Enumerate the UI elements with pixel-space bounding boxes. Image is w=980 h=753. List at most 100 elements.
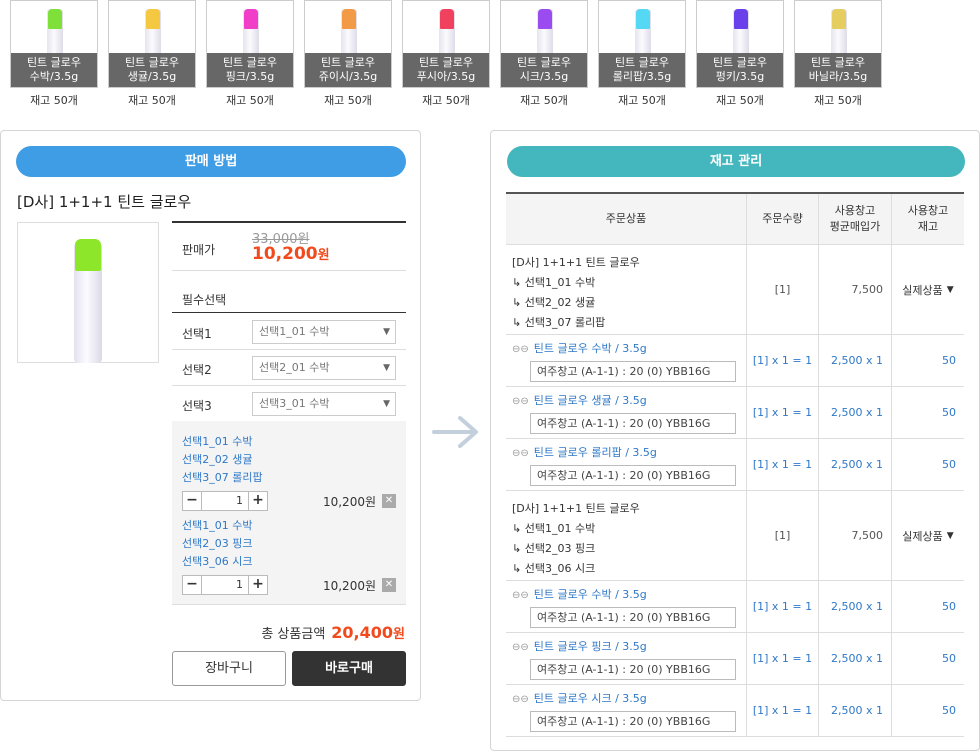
product-thumb-label: 틴트 글로우 수박/3.5g	[11, 53, 97, 87]
line-price: 10,200원	[322, 495, 376, 509]
minus-button[interactable]: −	[183, 492, 202, 510]
order-qty: [1]	[746, 491, 818, 580]
product-thumb-label: 틴트 글로우 롤리팝/3.5g	[599, 53, 685, 87]
option-select-2[interactable]: 선택2_01 수박 ▼	[252, 356, 396, 380]
product-thumb-label: 틴트 글로우 펑키/3.5g	[697, 53, 783, 87]
link-icon: ⊖⊖	[512, 694, 529, 705]
remove-icon[interactable]: ✕	[382, 494, 396, 508]
stock-table: 주문상품 주문수량 사용창고 평균매입가 사용창고 재고 [D사] 1+1+1 틴트…	[506, 192, 964, 737]
product-thumb-label: 틴트 글로우 시크/3.5g	[501, 53, 587, 87]
option-row-1: 선택1 선택1_01 수박 ▼	[172, 314, 406, 350]
selected-option-line: 선택3_07 롤리팝	[182, 471, 263, 484]
item-qty: [1] x 1 = 1	[746, 581, 818, 632]
option-select-3[interactable]: 선택3_01 수박 ▼	[252, 392, 396, 416]
product-thumb-image: 틴트 글로우 생귤/3.5g	[108, 0, 196, 88]
product-thumb[interactable]: 틴트 글로우 바닐라/3.5g 재고 50개	[794, 0, 882, 110]
item-link[interactable]: ⊖⊖ 틴트 글로우 시크 / 3.5g	[512, 690, 746, 706]
item-avg-cost: 2,500 x 1	[818, 335, 891, 386]
item-link[interactable]: ⊖⊖ 틴트 글로우 수박 / 3.5g	[512, 340, 746, 356]
product-thumb[interactable]: 틴트 글로우 쥬이시/3.5g 재고 50개	[304, 0, 392, 110]
stock-type-dropdown[interactable]: 실제상품 ▼	[891, 491, 964, 580]
required-label: 필수선택	[182, 293, 227, 307]
item-qty: [1] x 1 = 1	[746, 439, 818, 490]
arrow-right-icon	[432, 416, 478, 448]
warehouse-field[interactable]: 여주창고 (A-1-1) : 20 (0) YBB16G	[530, 413, 736, 434]
total-amount: 총 상품금액 20,400원	[261, 623, 405, 642]
option-label: 선택3	[182, 399, 212, 413]
product-thumb-label: 틴트 글로우 핑크/3.5g	[207, 53, 293, 87]
selected-option-line: 선택2_02 생귤	[182, 453, 253, 466]
product-thumb[interactable]: 틴트 글로우 수박/3.5g 재고 50개	[10, 0, 98, 110]
product-thumb-label: 틴트 글로우 푸시아/3.5g	[403, 53, 489, 87]
item-avg-cost: 2,500 x 1	[818, 439, 891, 490]
minus-button[interactable]: −	[183, 576, 202, 594]
table-row: ⊖⊖ 틴트 글로우 수박 / 3.5g 여주창고 (A-1-1) : 20 (0)…	[506, 581, 964, 633]
column-header: 사용창고 재고	[891, 194, 964, 244]
quantity-value[interactable]: 1	[203, 492, 247, 510]
item-avg-cost: 2,500 x 1	[818, 581, 891, 632]
chevron-down-icon: ▼	[946, 530, 954, 541]
product-thumb[interactable]: 틴트 글로우 롤리팝/3.5g 재고 50개	[598, 0, 686, 110]
product-thumb[interactable]: 틴트 글로우 펑키/3.5g 재고 50개	[696, 0, 784, 110]
product-title: [D사] 1+1+1 틴트 글로우	[17, 193, 192, 211]
line-price: 10,200원	[322, 579, 376, 593]
option-row-2: 선택2 선택2_01 수박 ▼	[172, 350, 406, 386]
selected-option-line: 선택3_06 시크	[182, 555, 253, 568]
chevron-down-icon: ▼	[383, 399, 390, 409]
table-row: ⊖⊖ 틴트 글로우 롤리팝 / 3.5g 여주창고 (A-1-1) : 20 (0…	[506, 439, 964, 491]
product-thumb[interactable]: 틴트 글로우 시크/3.5g 재고 50개	[500, 0, 588, 110]
column-header: 사용창고 평균매입가	[818, 194, 891, 244]
thumb-stock: 재고 50개	[422, 94, 470, 107]
table-row: [D사] 1+1+1 틴트 글로우 ↳ 선택1_01 수박 ↳ 선택2_02 생…	[506, 245, 964, 335]
item-link[interactable]: ⊖⊖ 틴트 글로우 핑크 / 3.5g	[512, 638, 746, 654]
warehouse-field[interactable]: 여주창고 (A-1-1) : 20 (0) YBB16G	[530, 465, 736, 486]
price-label: 판매가	[182, 243, 216, 257]
cap-color	[440, 9, 454, 29]
product-thumb-image: 틴트 글로우 쥬이시/3.5g	[304, 0, 392, 88]
plus-button[interactable]: +	[248, 576, 267, 594]
remove-icon[interactable]: ✕	[382, 578, 396, 592]
stock-type-dropdown[interactable]: 실제상품 ▼	[891, 245, 964, 334]
product-thumb-image: 틴트 글로우 수박/3.5g	[10, 0, 98, 88]
option-label: 선택2	[182, 363, 212, 377]
chevron-down-icon: ▼	[383, 327, 390, 337]
warehouse-field[interactable]: 여주창고 (A-1-1) : 20 (0) YBB16G	[530, 659, 736, 680]
product-thumb[interactable]: 틴트 글로우 핑크/3.5g 재고 50개	[206, 0, 294, 110]
chevron-down-icon: ▼	[383, 363, 390, 373]
price-row: 판매가 33,000원 10,200원	[172, 223, 406, 271]
product-thumb-image: 틴트 글로우 시크/3.5g	[500, 0, 588, 88]
item-link[interactable]: ⊖⊖ 틴트 글로우 롤리팝 / 3.5g	[512, 444, 746, 460]
quantity-value[interactable]: 1	[203, 576, 247, 594]
plus-button[interactable]: +	[248, 492, 267, 510]
cap-color	[636, 9, 650, 29]
add-to-cart-button[interactable]: 장바구니	[172, 651, 286, 686]
item-stock: 50	[891, 387, 964, 438]
selected-option-line: 선택1_01 수박	[182, 435, 253, 448]
link-icon: ⊖⊖	[512, 642, 529, 653]
item-link[interactable]: ⊖⊖ 틴트 글로우 생귤 / 3.5g	[512, 392, 746, 408]
warehouse-field[interactable]: 여주창고 (A-1-1) : 20 (0) YBB16G	[530, 361, 736, 382]
thumb-stock: 재고 50개	[128, 94, 176, 107]
warehouse-field[interactable]: 여주창고 (A-1-1) : 20 (0) YBB16G	[530, 607, 736, 628]
link-icon: ⊖⊖	[512, 396, 529, 407]
product-thumb-image: 틴트 글로우 바닐라/3.5g	[794, 0, 882, 88]
option-select-1[interactable]: 선택1_01 수박 ▼	[252, 320, 396, 344]
table-row: ⊖⊖ 틴트 글로우 수박 / 3.5g 여주창고 (A-1-1) : 20 (0)…	[506, 335, 964, 387]
buy-now-button[interactable]: 바로구매	[292, 651, 406, 686]
product-thumb[interactable]: 틴트 글로우 푸시아/3.5g 재고 50개	[402, 0, 490, 110]
stock-management-header: 재고 관리	[507, 146, 965, 177]
cap-color	[832, 9, 846, 29]
table-row: ⊖⊖ 틴트 글로우 핑크 / 3.5g 여주창고 (A-1-1) : 20 (0)…	[506, 633, 964, 685]
item-link[interactable]: ⊖⊖ 틴트 글로우 수박 / 3.5g	[512, 586, 746, 602]
product-thumb[interactable]: 틴트 글로우 생귤/3.5g 재고 50개	[108, 0, 196, 110]
product-thumb-image: 틴트 글로우 푸시아/3.5g	[402, 0, 490, 88]
thumb-stock: 재고 50개	[716, 94, 764, 107]
order-product-cell: [D사] 1+1+1 틴트 글로우 ↳ 선택1_01 수박 ↳ 선택2_02 생…	[512, 256, 640, 329]
product-image	[17, 222, 159, 363]
thumb-stock: 재고 50개	[30, 94, 78, 107]
order-product-cell: [D사] 1+1+1 틴트 글로우 ↳ 선택1_01 수박 ↳ 선택2_03 핑…	[512, 502, 640, 575]
item-stock: 50	[891, 335, 964, 386]
item-stock: 50	[891, 439, 964, 490]
warehouse-field[interactable]: 여주창고 (A-1-1) : 20 (0) YBB16G	[530, 711, 736, 732]
thumb-stock: 재고 50개	[814, 94, 862, 107]
